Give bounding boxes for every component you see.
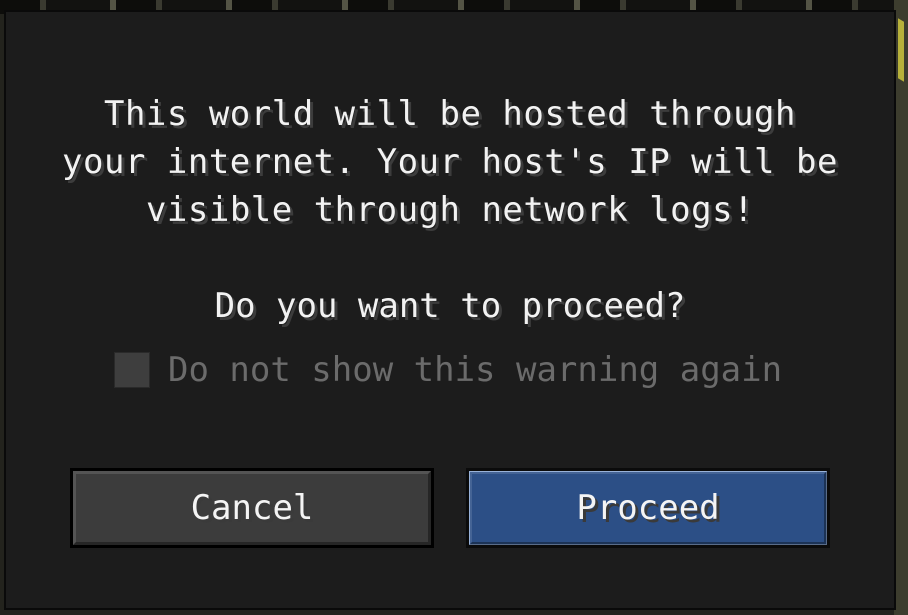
warning-message-line: visible through network logs! [145,190,755,230]
proceed-question: Do you want to proceed? [214,286,686,326]
proceed-button-label: Proceed [576,488,720,528]
warning-dialog: This world will be hosted through your i… [4,10,896,610]
dont-show-again-label: Do not show this warning again [168,350,783,390]
cancel-button-label: Cancel [190,488,314,528]
proceed-button[interactable]: Proceed [466,468,830,548]
warning-message: This world will be hosted through your i… [4,90,896,234]
warning-message-line: This world will be hosted through [103,94,796,134]
background-edge [894,0,908,615]
dont-show-again-checkbox[interactable] [114,352,150,388]
warning-message-line: your internet. Your host's IP will be [62,142,838,182]
dont-show-again-row[interactable]: Do not show this warning again [114,350,782,390]
cancel-button[interactable]: Cancel [70,468,434,548]
background-accent [898,18,904,82]
